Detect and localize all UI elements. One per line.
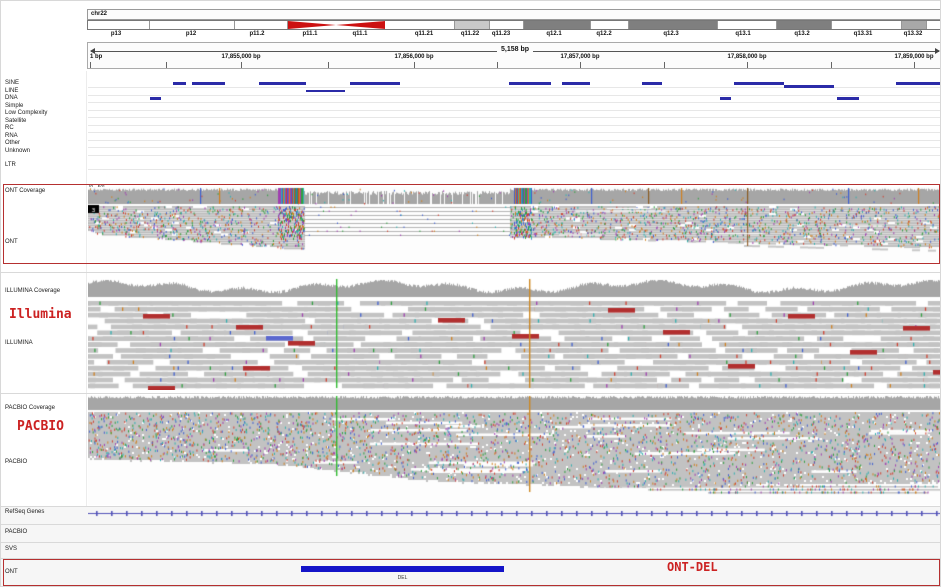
igv-window: chr22 p13p12p11.2p11.1q11.1q11.21q11.22q… (0, 0, 941, 587)
repeat-track-label[interactable]: Other (5, 140, 20, 146)
track-label-svs[interactable]: SVS (5, 546, 17, 553)
repeat-feature[interactable] (734, 82, 784, 85)
repeat-track-label[interactable]: SINE (5, 80, 19, 86)
repeat-feature[interactable] (350, 82, 400, 85)
track-divider (1, 506, 941, 507)
track-label-illumina-reads[interactable]: ILLUMINA (5, 340, 33, 347)
track-divider (1, 542, 941, 543)
repeat-track-label[interactable]: DNA (5, 95, 18, 101)
row-separator (88, 132, 940, 133)
refseq-gene-canvas[interactable] (88, 509, 940, 518)
repeat-feature[interactable] (150, 97, 161, 100)
track-label-refseq[interactable]: RefSeq Genes (5, 509, 44, 516)
illumina-alignment-canvas[interactable] (88, 278, 940, 390)
pacbio-alignment-canvas[interactable] (88, 395, 940, 505)
repeat-feature[interactable] (173, 82, 186, 85)
repeat-feature[interactable] (509, 82, 551, 85)
track-divider (1, 524, 941, 525)
repeat-track-label[interactable]: RC (5, 125, 14, 131)
track-divider (1, 393, 941, 394)
repeat-track-label[interactable]: Low Complexity (5, 110, 47, 116)
track-label-ont-coverage[interactable]: ONT Coverage (5, 188, 45, 195)
row-separator (88, 110, 940, 111)
repeat-feature[interactable] (192, 82, 225, 85)
repeat-feature[interactable] (837, 97, 859, 100)
repeat-feature[interactable] (642, 82, 662, 85)
repeat-feature[interactable] (720, 97, 731, 100)
annotation-illumina: Illumina (9, 307, 72, 322)
row-separator (88, 125, 940, 126)
track-label-pacbio-sv[interactable]: PACBIO (5, 529, 27, 536)
repeat-track-label[interactable]: RNA (5, 133, 18, 139)
track-label-ont-reads[interactable]: ONT (5, 239, 18, 246)
repeat-tracks-section: SINE LINEDNA SimpleLow Complexity Satellite… (1, 1, 941, 181)
row-separator (88, 169, 940, 170)
track-label-pacbio-reads[interactable]: PACBIO (5, 459, 27, 466)
repeat-feature[interactable] (784, 85, 834, 88)
annotation-pacbio: PACBIO (17, 419, 64, 434)
track-divider (1, 558, 941, 559)
del-variant-bar[interactable] (301, 566, 504, 572)
track-label-illumina-coverage[interactable]: ILLUMINA Coverage (5, 288, 60, 295)
annotation-ont-del: ONT-DEL (667, 560, 718, 574)
track-divider (1, 272, 941, 273)
row-separator (88, 102, 940, 103)
repeat-track-label[interactable]: Satellite (5, 118, 26, 124)
row-separator (88, 155, 940, 156)
del-variant-label: DEL (301, 575, 504, 581)
repeat-feature[interactable] (306, 90, 345, 93)
repeat-feature[interactable] (562, 82, 590, 85)
track-label-pacbio-coverage[interactable]: PACBIO Coverage (5, 405, 55, 412)
row-separator (88, 95, 940, 96)
repeat-track-label[interactable]: LINE (5, 88, 18, 94)
repeat-track-label[interactable]: LTR (5, 162, 16, 168)
row-separator (88, 147, 940, 148)
repeat-track-label[interactable]: Unknown (5, 148, 30, 154)
ont-alignment-canvas[interactable] (88, 187, 940, 262)
row-separator (88, 117, 940, 118)
track-label-ont-sv[interactable]: ONT (5, 569, 18, 576)
repeat-feature[interactable] (896, 82, 941, 85)
repeat-feature[interactable] (259, 82, 306, 85)
repeat-track-label[interactable]: Simple (5, 103, 23, 109)
row-separator (88, 140, 940, 141)
